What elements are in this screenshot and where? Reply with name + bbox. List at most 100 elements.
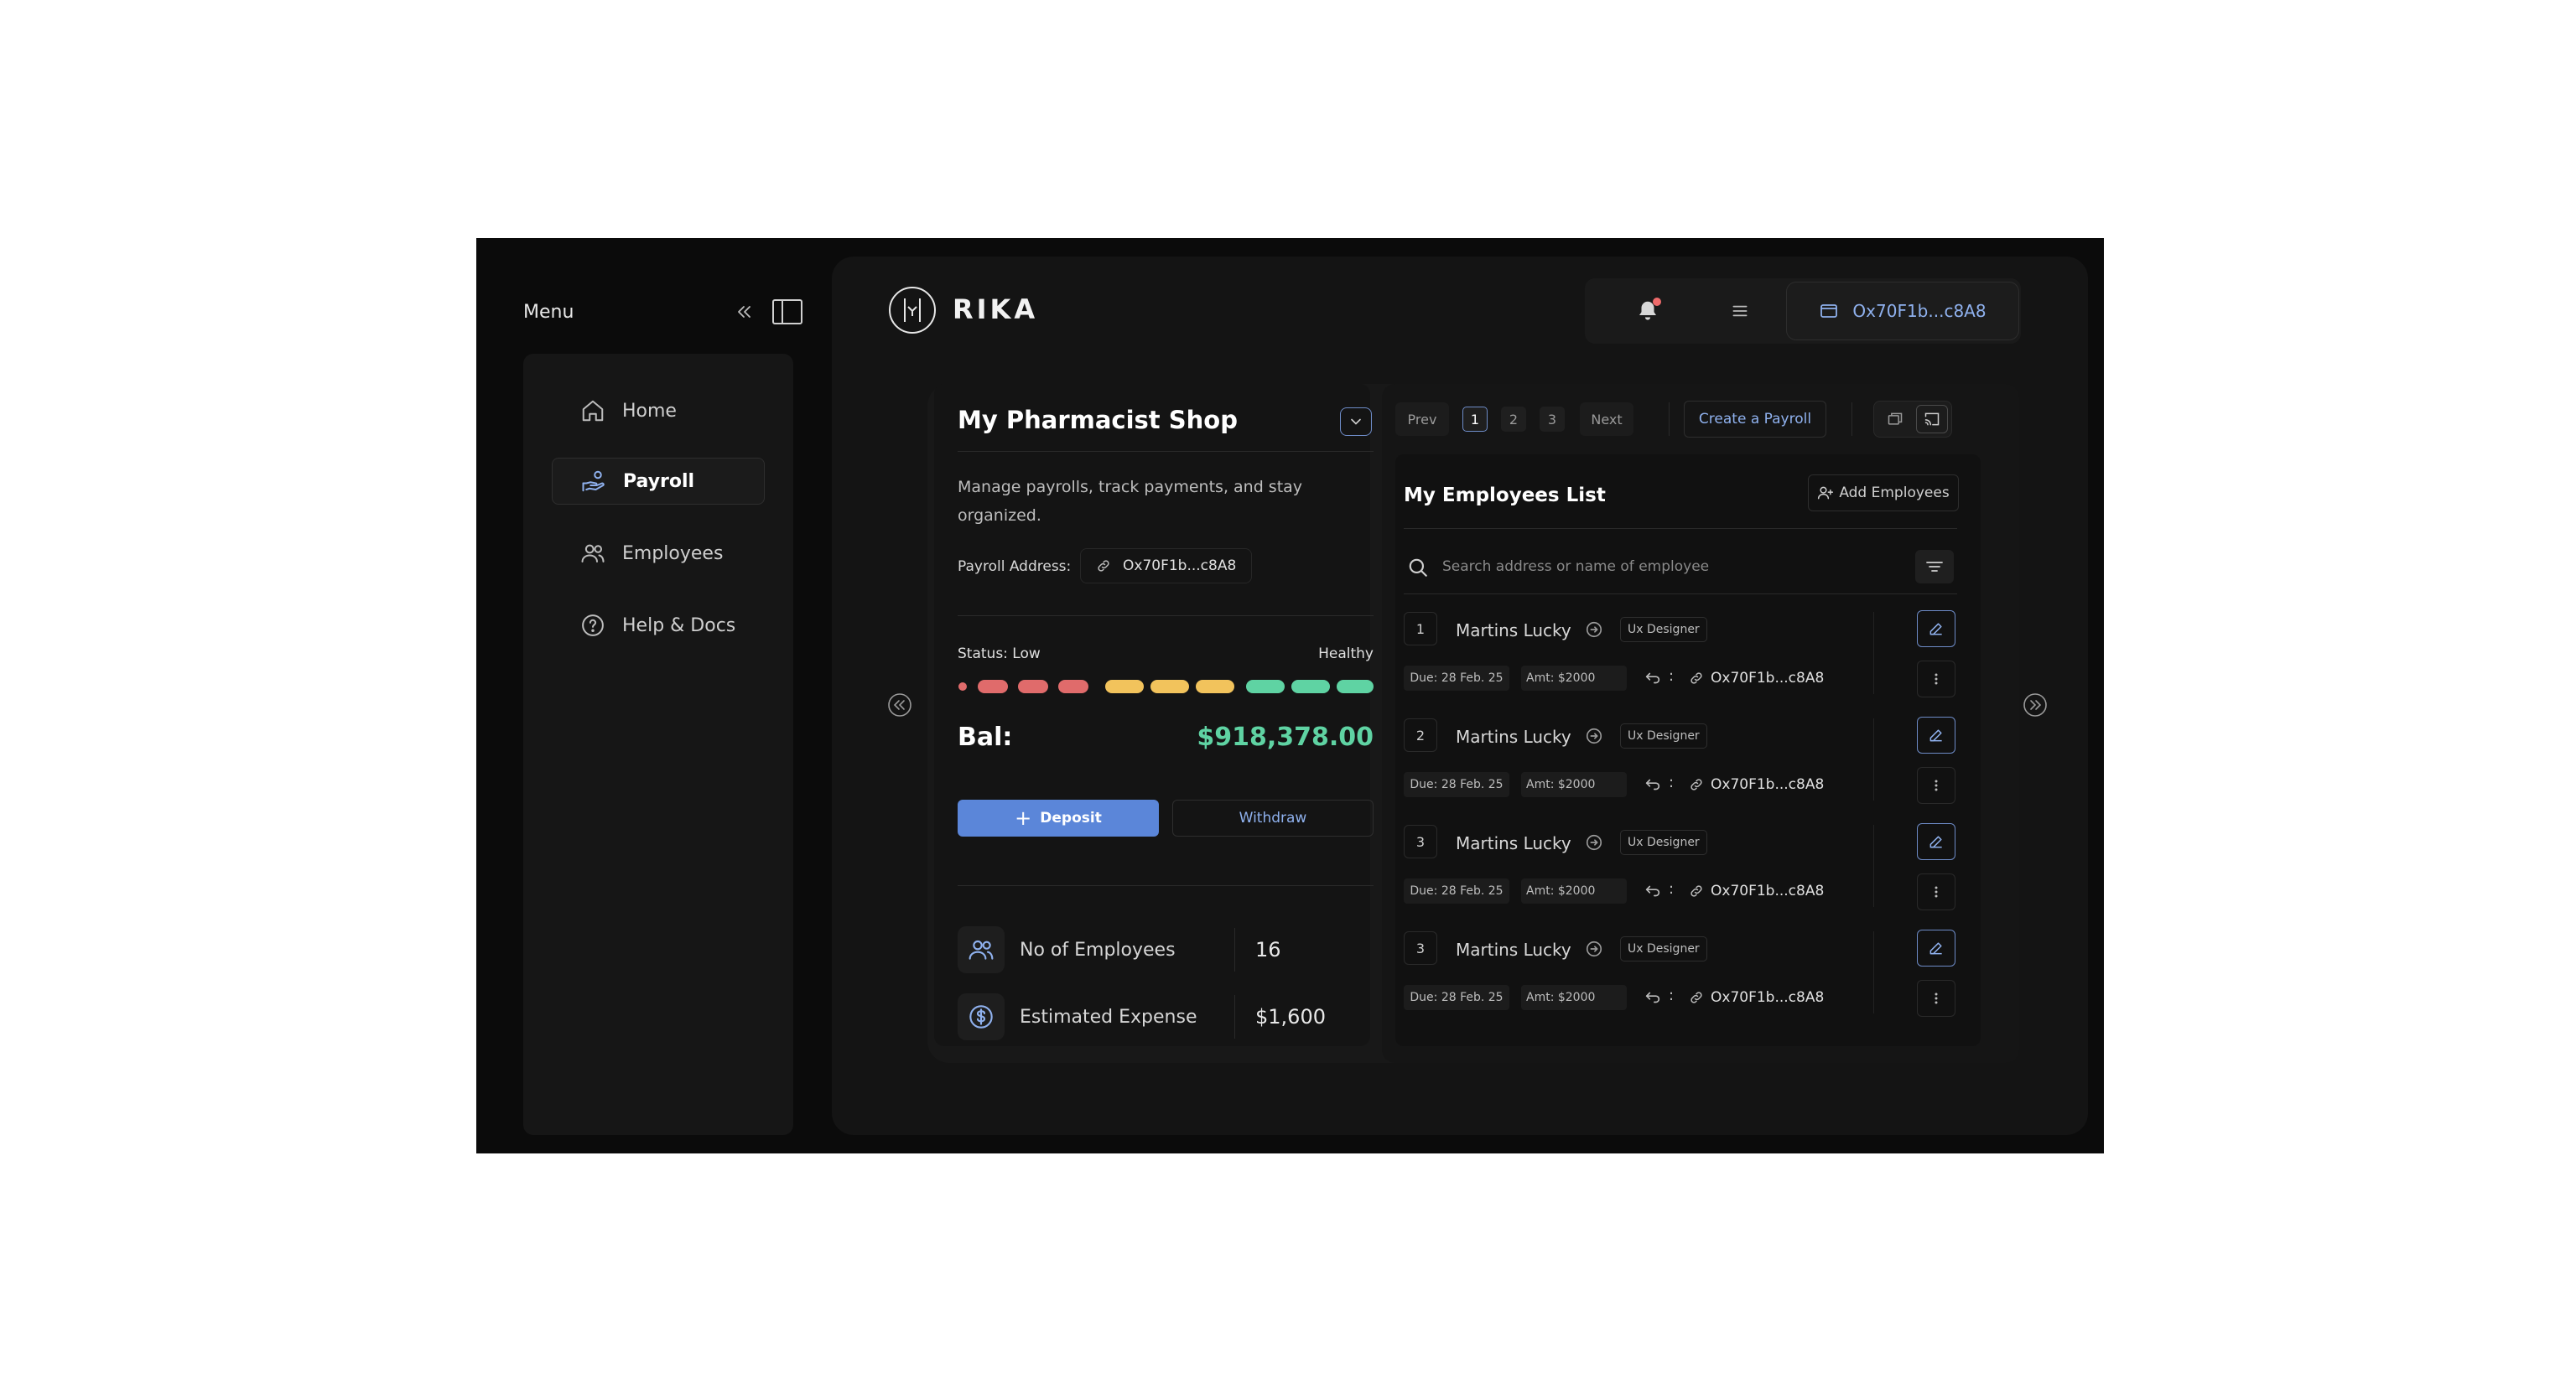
divider	[1873, 825, 1874, 907]
withdraw-button[interactable]: Withdraw	[1172, 800, 1374, 837]
divider	[1873, 718, 1874, 801]
edit-employee-button[interactable]	[1917, 717, 1955, 754]
employee-amount: Amt: $2000	[1521, 878, 1627, 904]
sidebar-item-label: Help & Docs	[622, 614, 736, 636]
chevrons-right-circle-icon[interactable]	[2023, 692, 2048, 718]
separator-colon: :	[1669, 987, 1675, 1004]
divider	[1234, 995, 1235, 1039]
employee-name[interactable]: Martins Lucky	[1456, 833, 1571, 853]
sidebar-item-home[interactable]: Home	[552, 387, 765, 434]
content-panel: My Pharmacist Shop Manage payrolls, trac…	[927, 384, 2019, 1063]
add-employees-button[interactable]: Add Employees	[1808, 474, 1959, 511]
employee-name[interactable]: Martins Lucky	[1456, 620, 1571, 640]
sidebar-item-payroll[interactable]: Payroll	[552, 458, 765, 505]
employee-wallet-address[interactable]: Ox70F1b...c8A8	[1689, 878, 1824, 904]
shop-card: My Pharmacist Shop Manage payrolls, trac…	[934, 384, 1374, 1046]
sidebar-item-employees[interactable]: Employees	[552, 530, 765, 577]
more-vertical-icon	[1935, 886, 1938, 898]
pencil-icon	[1929, 942, 1942, 955]
menu-lines-icon[interactable]	[1729, 300, 1751, 322]
employee-name[interactable]: Martins Lucky	[1456, 727, 1571, 747]
edit-employee-button[interactable]	[1917, 610, 1955, 647]
shop-title: My Pharmacist Shop	[958, 406, 1238, 434]
view-window-button[interactable]	[1881, 407, 1909, 432]
employee-amount: Amt: $2000	[1521, 666, 1627, 691]
sidebar-header: Menu	[523, 297, 802, 330]
payroll-address-chip[interactable]: Ox70F1b...c8A8	[1080, 548, 1253, 583]
create-payroll-button[interactable]: Create a Payroll	[1684, 401, 1826, 438]
filter-button[interactable]	[1915, 550, 1954, 583]
more-options-button[interactable]	[1917, 661, 1955, 697]
hand-coins-icon	[582, 470, 605, 492]
employee-address-text: Ox70F1b...c8A8	[1711, 670, 1825, 687]
plus-icon: +	[1015, 806, 1032, 830]
employee-row: 3 Martins Lucky Ux Designer Due: 28 Feb.…	[1404, 823, 1957, 912]
top-toolbar: Ox70F1b...c8A8	[1585, 278, 2021, 344]
shop-description: Manage payrolls, track payments, and sta…	[958, 478, 1303, 525]
stat-icon-box	[958, 926, 1005, 973]
stat-value: $1,600	[1255, 1005, 1326, 1029]
stat-icon-box	[958, 993, 1005, 1040]
employee-wallet-address[interactable]: Ox70F1b...c8A8	[1689, 985, 1824, 1010]
page-1-button[interactable]: 1	[1462, 407, 1488, 432]
edit-employee-button[interactable]	[1917, 823, 1955, 860]
more-options-button[interactable]	[1917, 980, 1955, 1017]
page-2-button[interactable]: 2	[1501, 407, 1526, 432]
brand-name: RIKA	[953, 293, 1039, 325]
employee-row: 2 Martins Lucky Ux Designer Due: 28 Feb.…	[1404, 717, 1957, 806]
home-icon	[582, 400, 604, 422]
arrow-right-circle-icon[interactable]	[1585, 833, 1603, 852]
window-icon	[1888, 412, 1903, 425]
sidebar-item-label: Home	[622, 400, 677, 422]
separator-colon: :	[1669, 774, 1675, 791]
sidebar-item-label: Employees	[622, 542, 724, 564]
filter-icon	[1926, 562, 1943, 572]
users-icon	[581, 544, 605, 562]
edit-employee-button[interactable]	[1917, 930, 1955, 967]
page-3-button[interactable]: 3	[1540, 407, 1565, 432]
arrow-right-circle-icon[interactable]	[1585, 940, 1603, 958]
chevrons-left-icon[interactable]	[735, 302, 755, 322]
search-input[interactable]	[1442, 553, 1878, 580]
sidebar-item-help[interactable]: Help & Docs	[552, 602, 765, 649]
view-cast-button[interactable]	[1916, 405, 1948, 433]
more-options-button[interactable]	[1917, 873, 1955, 910]
rika-logo-icon	[889, 287, 936, 334]
employee-wallet-address[interactable]: Ox70F1b...c8A8	[1689, 772, 1824, 797]
sidebar-panel-icon[interactable]	[771, 298, 803, 325]
more-vertical-icon	[1935, 993, 1938, 1004]
wallet-icon	[1820, 304, 1838, 318]
employee-address-text: Ox70F1b...c8A8	[1711, 776, 1825, 793]
balance-value: $918,378.00	[1197, 723, 1374, 752]
more-options-button[interactable]	[1917, 767, 1955, 804]
employee-due-date: Due: 28 Feb. 25	[1404, 772, 1509, 797]
status-low-label: Status: Low	[958, 645, 1041, 662]
employee-wallet-address[interactable]: Ox70F1b...c8A8	[1689, 666, 1824, 691]
employee-name[interactable]: Martins Lucky	[1456, 940, 1571, 960]
chevrons-left-circle-icon[interactable]	[887, 692, 912, 718]
separator-colon: :	[1669, 880, 1675, 898]
cast-icon	[1924, 412, 1940, 426]
arrow-right-circle-icon[interactable]	[1585, 727, 1603, 745]
sidebar-item-label: Payroll	[623, 470, 695, 492]
stat-expense: Estimated Expense $1,600	[958, 993, 1374, 1041]
wallet-address-button[interactable]: Ox70F1b...c8A8	[1786, 282, 2019, 340]
deposit-button[interactable]: + Deposit	[958, 800, 1159, 837]
deposit-label: Deposit	[1040, 810, 1102, 827]
more-vertical-icon	[1935, 673, 1938, 685]
shop-dropdown-button[interactable]	[1340, 407, 1372, 436]
link-icon	[1098, 560, 1109, 572]
notification-dot	[1653, 298, 1661, 306]
balance-label: Bal:	[958, 723, 1013, 752]
next-page-button[interactable]: Next	[1580, 402, 1633, 436]
repeat-arrow-icon	[1645, 992, 1660, 1003]
stat-label: Estimated Expense	[1020, 1006, 1197, 1028]
menu-title: Menu	[523, 302, 574, 323]
stat-value: 16	[1255, 938, 1281, 961]
status-healthy-label: Healthy	[1318, 645, 1374, 662]
user-plus-icon	[1818, 486, 1834, 500]
search-icon	[1409, 558, 1427, 577]
arrow-right-circle-icon[interactable]	[1585, 620, 1603, 639]
prev-page-button[interactable]: Prev	[1395, 402, 1449, 436]
employee-role-badge: Ux Designer	[1620, 723, 1707, 749]
